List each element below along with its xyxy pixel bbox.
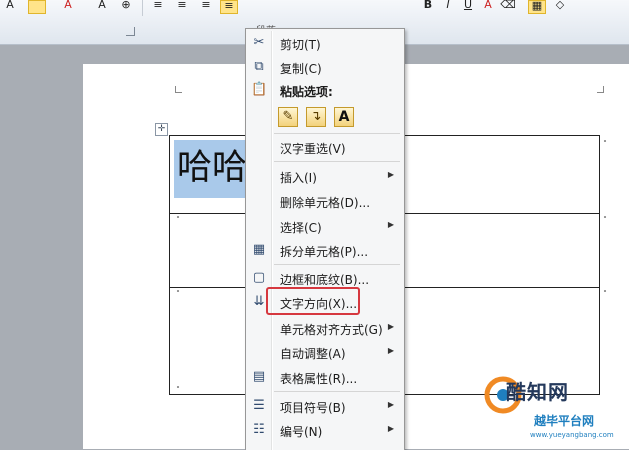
text-color-icon[interactable]: A bbox=[480, 0, 496, 12]
ribbon-divider bbox=[142, 0, 143, 16]
context-menu: ✂ 剪切(T) ⧉ 复制(C) 📋 粘贴选项: ✎ ↴ A 汉字重选(V) 插入… bbox=[245, 28, 405, 450]
clear-format-icon[interactable]: ⌫ bbox=[500, 0, 516, 12]
copy-icon: ⧉ bbox=[254, 59, 264, 74]
split-cells-icon: ▦ bbox=[252, 242, 266, 257]
italic-icon[interactable]: I bbox=[440, 0, 456, 12]
menu-item-table-properties[interactable]: ▤ 表格属性(R)... bbox=[248, 366, 402, 388]
end-of-row-mark: ˚ bbox=[603, 216, 607, 225]
margin-mark bbox=[175, 86, 182, 93]
end-of-cell-mark: ˚ bbox=[176, 290, 180, 299]
paragraph-mark: ˚ bbox=[176, 386, 180, 395]
borders-icon: ▢ bbox=[252, 270, 266, 285]
menu-separator bbox=[274, 161, 400, 162]
menu-item-cut[interactable]: ✂ 剪切(T) bbox=[248, 32, 402, 54]
menu-item-split-cells[interactable]: ▦ 拆分单元格(P)... bbox=[248, 239, 402, 261]
align-left-icon[interactable]: ≡ bbox=[150, 0, 166, 12]
menu-item-copy[interactable]: ⧉ 复制(C) bbox=[248, 56, 402, 78]
end-of-row-mark: ˚ bbox=[603, 290, 607, 299]
paste-merge-formatting-button[interactable]: ↴ bbox=[306, 107, 326, 127]
bold-icon[interactable]: B bbox=[420, 0, 436, 12]
margin-mark bbox=[597, 86, 604, 93]
menu-item-numbering[interactable]: ☷ 编号(N) ▶ bbox=[248, 419, 402, 441]
watermark-title: 酷知网 bbox=[506, 380, 569, 404]
align-center-icon[interactable]: ≡ bbox=[174, 0, 190, 12]
cell-text: 哈哈 bbox=[177, 148, 248, 188]
shading-icon[interactable]: ▦ bbox=[528, 0, 546, 14]
watermark-url: www.yueyangbang.com bbox=[530, 431, 614, 439]
table-properties-icon: ▤ bbox=[252, 369, 266, 384]
scissors-icon: ✂ bbox=[253, 35, 265, 50]
end-of-row-mark: ˚ bbox=[603, 140, 607, 149]
bullets-icon: ☰ bbox=[253, 398, 265, 413]
menu-separator bbox=[274, 391, 400, 392]
menu-item-delete-cells[interactable]: 删除单元格(D)... bbox=[248, 190, 402, 212]
menu-item-reconvert[interactable]: 汉字重选(V) bbox=[248, 136, 402, 158]
menu-item-bullets[interactable]: ☰ 项目符号(B) ▶ bbox=[248, 395, 402, 417]
format-painter-icon[interactable]: ◇ bbox=[552, 0, 568, 12]
menu-item-borders-shading[interactable]: ▢ 边框和底纹(B)... bbox=[248, 267, 402, 289]
submenu-arrow-icon: ▶ bbox=[387, 424, 394, 433]
character-shading-icon[interactable]: A bbox=[94, 0, 110, 12]
enclose-characters-icon[interactable]: ⊕ bbox=[118, 0, 134, 12]
underline-icon[interactable]: U bbox=[460, 0, 476, 12]
font-color-icon[interactable]: A bbox=[60, 0, 76, 12]
submenu-arrow-icon: ▶ bbox=[387, 400, 394, 409]
submenu-arrow-icon: ▶ bbox=[387, 170, 394, 179]
menu-item-select[interactable]: 选择(C) ▶ bbox=[248, 215, 402, 237]
highlight-color-icon[interactable] bbox=[28, 0, 46, 14]
paste-keep-formatting-button[interactable]: ✎ bbox=[278, 107, 298, 127]
menu-paste-options-header: 📋 粘贴选项: bbox=[251, 82, 333, 99]
dialog-launcher-icon[interactable] bbox=[126, 27, 135, 36]
justify-icon[interactable]: ≡ bbox=[220, 0, 238, 14]
menu-separator bbox=[274, 264, 400, 265]
font-color-a-icon[interactable]: A bbox=[2, 0, 18, 12]
watermark: 酷知网 越毕平台网 www.yueyangbang.com bbox=[470, 368, 629, 449]
watermark-subtitle: 越毕平台网 bbox=[534, 414, 595, 428]
annotation-highlight-box bbox=[266, 287, 360, 315]
table-move-handle-icon[interactable]: ✛ bbox=[155, 123, 168, 136]
clipboard-icon: 📋 bbox=[251, 82, 268, 97]
submenu-arrow-icon: ▶ bbox=[387, 322, 394, 331]
menu-item-autofit[interactable]: 自动调整(A) ▶ bbox=[248, 341, 402, 363]
submenu-arrow-icon: ▶ bbox=[387, 220, 394, 229]
text-direction-icon: ⇊ bbox=[253, 294, 265, 309]
align-right-icon[interactable]: ≡ bbox=[198, 0, 214, 12]
numbering-icon: ☷ bbox=[253, 422, 265, 437]
menu-item-cell-alignment[interactable]: 单元格对齐方式(G) ▶ bbox=[248, 317, 402, 339]
end-of-cell-mark: ˚ bbox=[176, 216, 180, 225]
submenu-arrow-icon: ▶ bbox=[387, 346, 394, 355]
menu-item-insert[interactable]: 插入(I) ▶ bbox=[248, 165, 402, 187]
menu-separator bbox=[274, 133, 400, 134]
paste-text-only-button[interactable]: A bbox=[334, 107, 354, 127]
